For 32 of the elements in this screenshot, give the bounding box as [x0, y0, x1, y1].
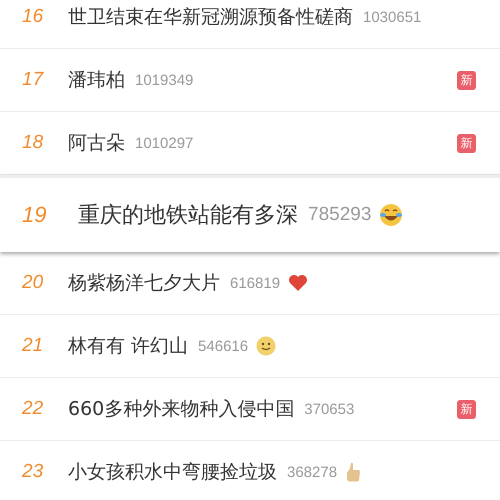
- rank-number: 17: [21, 69, 45, 91]
- topic-title: 杨紫杨洋七夕大片: [68, 271, 220, 296]
- laughing-face-icon: [379, 203, 404, 227]
- topic-title: 660多种外来物种入侵中国: [68, 397, 294, 422]
- search-count: 368278: [287, 464, 338, 480]
- new-badge: 新: [457, 70, 476, 90]
- new-badge: 新: [457, 400, 476, 418]
- topic-title: 重庆的地铁站能有多深: [78, 202, 298, 230]
- rank-number: 16: [21, 6, 44, 28]
- topic-title: 林有有 许幻山: [68, 334, 188, 359]
- search-count: 1019349: [135, 72, 194, 88]
- hot-search-row[interactable]: 19 重庆的地铁站能有多深 785293: [0, 175, 500, 252]
- topic-title: 世卫结束在华新冠溯源预备性磋商: [68, 5, 353, 30]
- topic-title: 阿古朵: [68, 131, 125, 156]
- smiley-icon: [256, 336, 276, 356]
- rank-number: 20: [21, 272, 44, 294]
- new-badge: 新: [457, 134, 476, 152]
- search-count: 616819: [230, 274, 280, 292]
- thumbs-up-icon: [345, 462, 362, 482]
- search-count: 370653: [304, 400, 354, 418]
- search-count: 1010297: [135, 134, 194, 152]
- search-count: 785293: [308, 204, 372, 226]
- search-count: 1030651: [363, 8, 422, 26]
- heart-icon: [288, 274, 308, 292]
- topic-title: 潘玮柏: [68, 68, 125, 93]
- search-count: 546616: [198, 338, 248, 354]
- rank-number: 21: [21, 335, 44, 357]
- rank-number: 18: [21, 132, 44, 154]
- rank-number: 23: [21, 461, 44, 483]
- rank-number: 22: [21, 398, 44, 420]
- topic-title: 小女孩积水中弯腰捡垃圾: [68, 460, 277, 485]
- rank-number: 19: [21, 202, 48, 228]
